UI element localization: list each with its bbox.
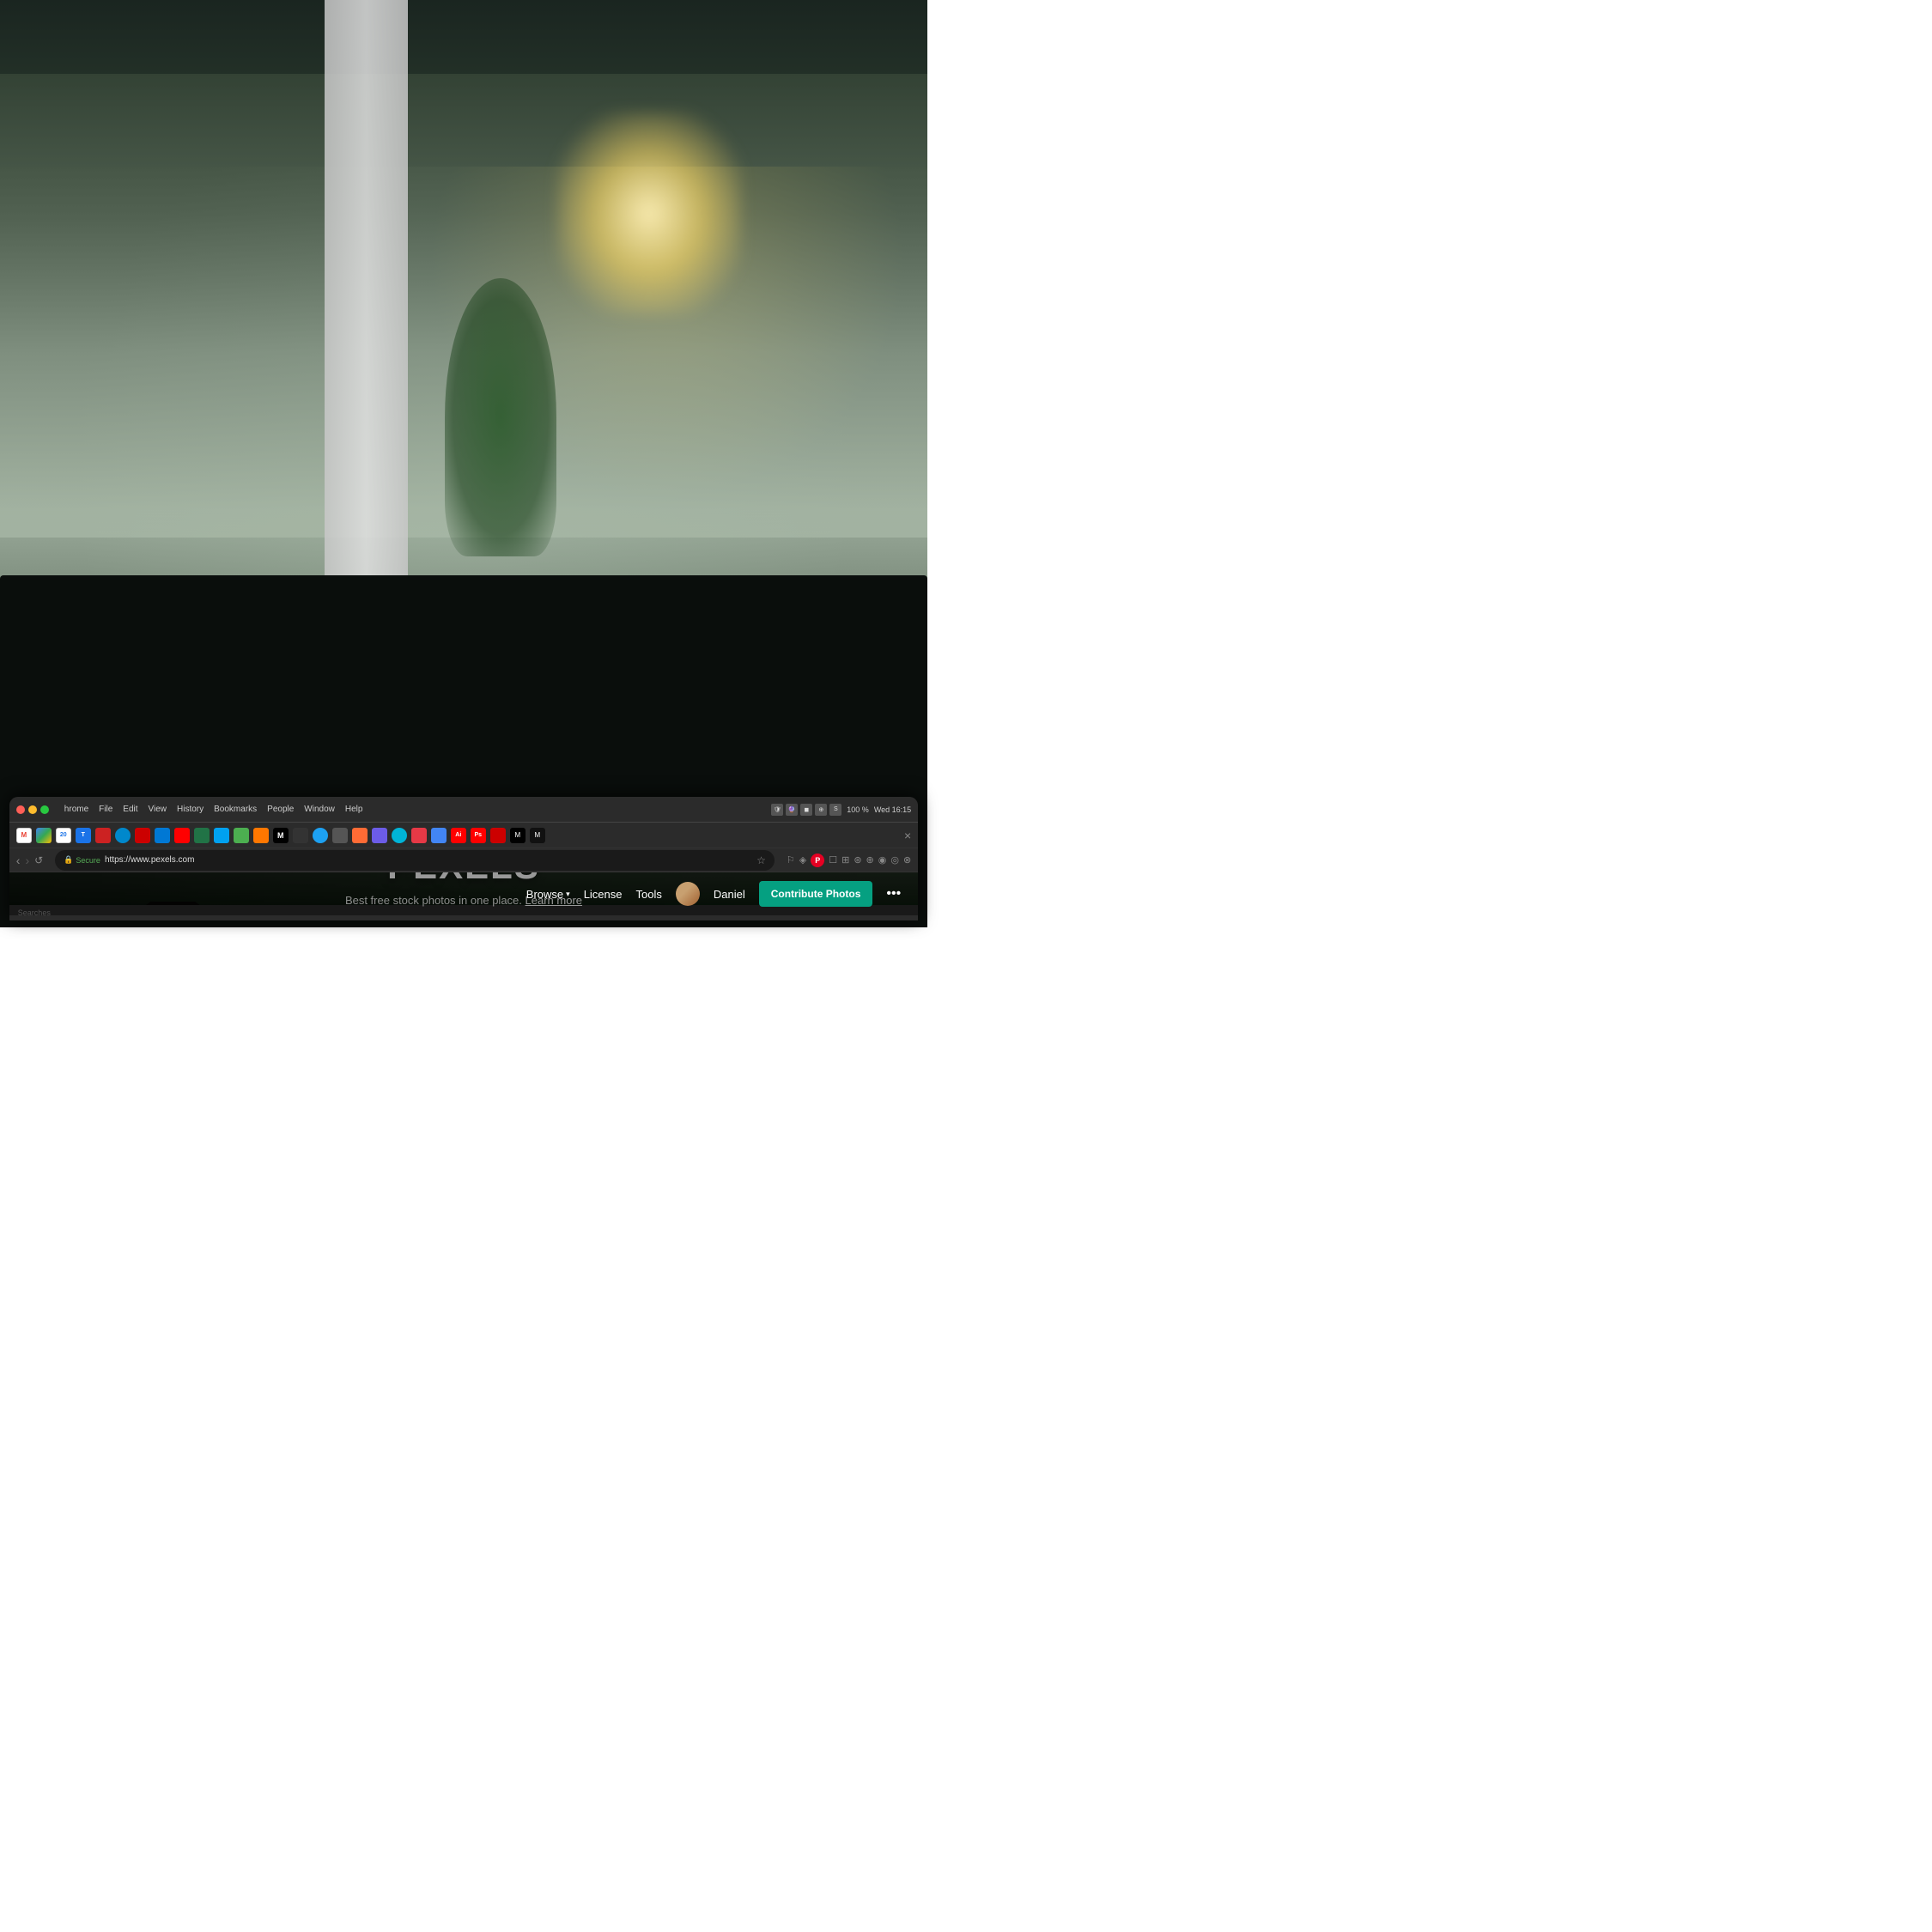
pexels-nav-right: Browse ▾ License Tools Daniel Contribute… xyxy=(526,881,901,907)
menu-chrome[interactable]: hrome xyxy=(60,803,93,816)
browser-toolbar-top: hrome File Edit View History Bookmarks P… xyxy=(9,797,918,823)
maximize-window-button[interactable] xyxy=(40,805,49,814)
dropbox-icon: ◼ xyxy=(800,804,812,816)
extension-icon-7[interactable]: ◉ xyxy=(878,854,887,866)
medium-3-bookmark[interactable]: M xyxy=(530,828,545,843)
secure-indicator: 🔒 Secure xyxy=(64,855,100,865)
google-drive-bookmark[interactable] xyxy=(36,828,52,843)
browse-label: Browse xyxy=(526,888,563,901)
ms-bookmark[interactable] xyxy=(155,828,170,843)
menu-people[interactable]: People xyxy=(263,803,298,816)
medium-2-bookmark[interactable]: M xyxy=(510,828,526,843)
extension-icon-3[interactable]: ☐ xyxy=(829,854,837,866)
bookmark-9[interactable] xyxy=(392,828,407,843)
bookmark-5[interactable] xyxy=(313,828,328,843)
extension-icon-6[interactable]: ⊕ xyxy=(866,854,874,866)
menu-history[interactable]: History xyxy=(173,803,208,816)
extension-icon-1[interactable]: ⚐ xyxy=(787,854,795,866)
close-window-button[interactable] xyxy=(16,805,25,814)
todo-bookmark[interactable]: T xyxy=(76,828,91,843)
close-tab-icon[interactable]: × xyxy=(904,829,911,842)
window-controls[interactable] xyxy=(16,805,49,814)
contribute-photos-button[interactable]: Contribute Photos xyxy=(759,881,873,907)
extension-icon-2[interactable]: ◈ xyxy=(799,854,806,866)
bookmark-2[interactable] xyxy=(234,828,249,843)
system-info: 🛡 🔮 ◼ ⊕ S 100 % Wed 16:15 xyxy=(771,804,911,816)
bookmark-7[interactable] xyxy=(352,828,368,843)
more-options-button[interactable]: ••• xyxy=(886,886,901,902)
pexels-navbar: Browse ▾ License Tools Daniel Contribute… xyxy=(9,872,918,915)
browse-dropdown-icon: ▾ xyxy=(566,890,570,899)
bookmark-star-icon[interactable]: ☆ xyxy=(756,854,766,866)
screen-bezel: hrome File Edit View History Bookmarks P… xyxy=(0,575,927,927)
bookmark-10[interactable] xyxy=(411,828,427,843)
browse-menu[interactable]: Browse ▾ xyxy=(526,888,570,901)
analytics-bookmark[interactable] xyxy=(431,828,447,843)
menu-edit[interactable]: Edit xyxy=(118,803,142,816)
system-time: Wed 16:15 xyxy=(874,805,911,814)
excel-bookmark[interactable] xyxy=(194,828,210,843)
plant-area xyxy=(445,278,556,556)
medium-bookmark[interactable]: M xyxy=(273,828,289,843)
pdf-bookmark[interactable] xyxy=(135,828,150,843)
adobe-bookmark[interactable]: Ai xyxy=(451,828,466,843)
bookmarks-bar: M 20 T M xyxy=(16,828,545,843)
pdf-2-bookmark[interactable] xyxy=(490,828,506,843)
extension-icon-4[interactable]: ⊞ xyxy=(841,854,849,866)
forward-button[interactable]: › xyxy=(25,854,29,867)
menu-bookmarks[interactable]: Bookmarks xyxy=(210,803,261,816)
lastpass-bookmark[interactable] xyxy=(95,828,111,843)
pexels-website: Browse ▾ License Tools Daniel Contribute… xyxy=(9,872,918,920)
extension-icon-5[interactable]: ⊛ xyxy=(854,854,861,866)
secure-label: Secure xyxy=(76,856,100,865)
shield-icon: 🛡 xyxy=(771,804,783,816)
chrome-icon: ⊕ xyxy=(815,804,827,816)
menu-help[interactable]: Help xyxy=(341,803,368,816)
bookmark-6[interactable] xyxy=(332,828,348,843)
url-address[interactable]: https://www.pexels.com xyxy=(105,855,752,865)
skype-icon: S xyxy=(829,804,841,816)
vpn-icon: 🔮 xyxy=(786,804,798,816)
gmail-bookmark[interactable]: M xyxy=(16,828,32,843)
url-bar-row: ‹ › ↺ 🔒 Secure https://www.pexels.com ☆ … xyxy=(9,848,918,872)
calendar-bookmark[interactable]: 20 xyxy=(56,828,71,843)
office-column xyxy=(325,0,408,603)
refresh-button[interactable]: ↺ xyxy=(34,854,43,866)
browser-toolbar-bookmarks: M 20 T M xyxy=(9,823,918,848)
extension-icon-8[interactable]: ◎ xyxy=(890,854,899,866)
license-link[interactable]: License xyxy=(584,888,623,901)
menu-file[interactable]: File xyxy=(94,803,117,816)
telegram-bookmark[interactable] xyxy=(115,828,131,843)
username-label: Daniel xyxy=(714,888,745,901)
pinterest-icon[interactable]: P xyxy=(811,854,824,867)
menu-view[interactable]: View xyxy=(144,803,172,816)
bookmark-3[interactable] xyxy=(253,828,269,843)
window-glare xyxy=(556,112,742,316)
back-button[interactable]: ‹ xyxy=(16,854,21,867)
bookmark-8[interactable] xyxy=(372,828,387,843)
tools-link[interactable]: Tools xyxy=(636,888,662,901)
bookmark-4[interactable] xyxy=(293,828,308,843)
youtube-bookmark[interactable] xyxy=(174,828,190,843)
bookmark-1[interactable] xyxy=(214,828,229,843)
browser-menu-bar: hrome File Edit View History Bookmarks P… xyxy=(60,803,368,816)
minimize-window-button[interactable] xyxy=(28,805,37,814)
extension-icon-9[interactable]: ⊗ xyxy=(903,854,911,866)
battery-level: 100 % xyxy=(847,805,869,814)
browser-action-icons: ⚐ ◈ P ☐ ⊞ ⊛ ⊕ ◉ ◎ ⊗ xyxy=(787,854,911,867)
system-icons: 🛡 🔮 ◼ ⊕ S xyxy=(771,804,841,816)
browser-window: hrome File Edit View History Bookmarks P… xyxy=(9,797,918,920)
lock-icon: 🔒 xyxy=(64,855,73,865)
avatar-image xyxy=(676,882,700,906)
url-input-bar[interactable]: 🔒 Secure https://www.pexels.com ☆ xyxy=(55,850,775,871)
menu-window[interactable]: Window xyxy=(300,803,339,816)
adobe-2-bookmark[interactable]: Ps xyxy=(471,828,486,843)
user-avatar[interactable] xyxy=(676,882,700,906)
